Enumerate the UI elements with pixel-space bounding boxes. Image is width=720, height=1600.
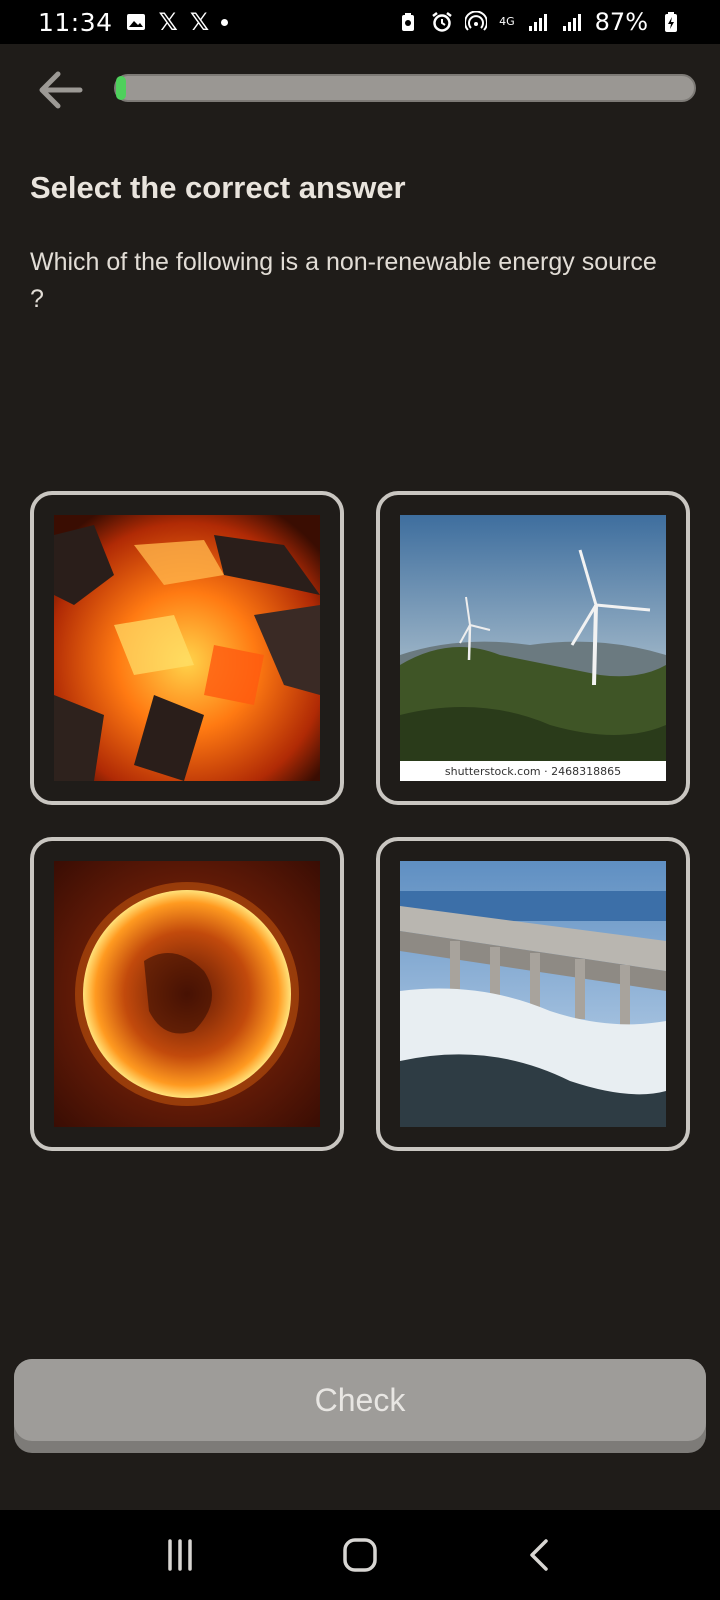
back-button[interactable] — [32, 62, 88, 118]
answer-option-4[interactable] — [376, 837, 690, 1151]
status-time: 11:34 — [38, 7, 113, 37]
answer-option-2[interactable]: shutterstock.com · 2468318865 — [376, 491, 690, 805]
battery-percent: 87% — [594, 8, 648, 36]
status-bar: 11:34 𝕏 𝕏 4G 87% — [0, 0, 720, 44]
x-app-icon: 𝕏 — [189, 8, 210, 36]
check-button[interactable]: Check — [14, 1359, 706, 1453]
question-text: Which of the following is a non-renewabl… — [30, 248, 657, 313]
battery-charging-icon — [665, 12, 677, 32]
prompt-title: Select the correct answer — [30, 170, 406, 205]
quiz-screen: 11:34 𝕏 𝕏 4G 87% Select the correct answ… — [0, 0, 720, 1600]
hydroelectric-dam-image — [400, 861, 666, 1127]
answer-option-3[interactable] — [30, 837, 344, 1151]
recent-apps-icon — [168, 1539, 192, 1571]
answer-option-1[interactable] — [30, 491, 344, 805]
image-watermark: shutterstock.com · 2468318865 — [400, 761, 666, 781]
hotspot-icon — [465, 11, 488, 31]
check-button-label: Check — [314, 1381, 406, 1418]
home-button[interactable] — [330, 1525, 390, 1585]
home-icon — [343, 1538, 377, 1572]
progress-fill — [116, 76, 126, 100]
system-back-button[interactable] — [510, 1525, 570, 1585]
alarm-icon — [432, 12, 452, 32]
status-bar-left: 11:34 𝕏 𝕏 — [38, 7, 229, 37]
signal-icon — [528, 14, 547, 31]
progress-bar — [114, 74, 696, 102]
sun-image — [54, 861, 320, 1127]
recent-apps-button[interactable] — [150, 1525, 210, 1585]
notification-dot-icon — [221, 18, 229, 26]
x-app-icon: 𝕏 — [158, 8, 178, 36]
status-bar-right: 4G 87% — [397, 8, 682, 36]
gallery-icon — [126, 14, 145, 30]
chevron-left-icon — [530, 1539, 548, 1571]
battery-saver-icon — [402, 13, 415, 31]
burning-coal-image — [54, 515, 320, 781]
wind-turbines-image: shutterstock.com · 2468318865 — [400, 515, 666, 781]
network-type-label: 4G — [499, 15, 515, 28]
signal-roaming-icon — [562, 14, 581, 31]
system-nav-bar — [0, 1510, 720, 1600]
arrow-left-icon — [39, 71, 83, 109]
check-button-face: Check — [14, 1359, 706, 1441]
